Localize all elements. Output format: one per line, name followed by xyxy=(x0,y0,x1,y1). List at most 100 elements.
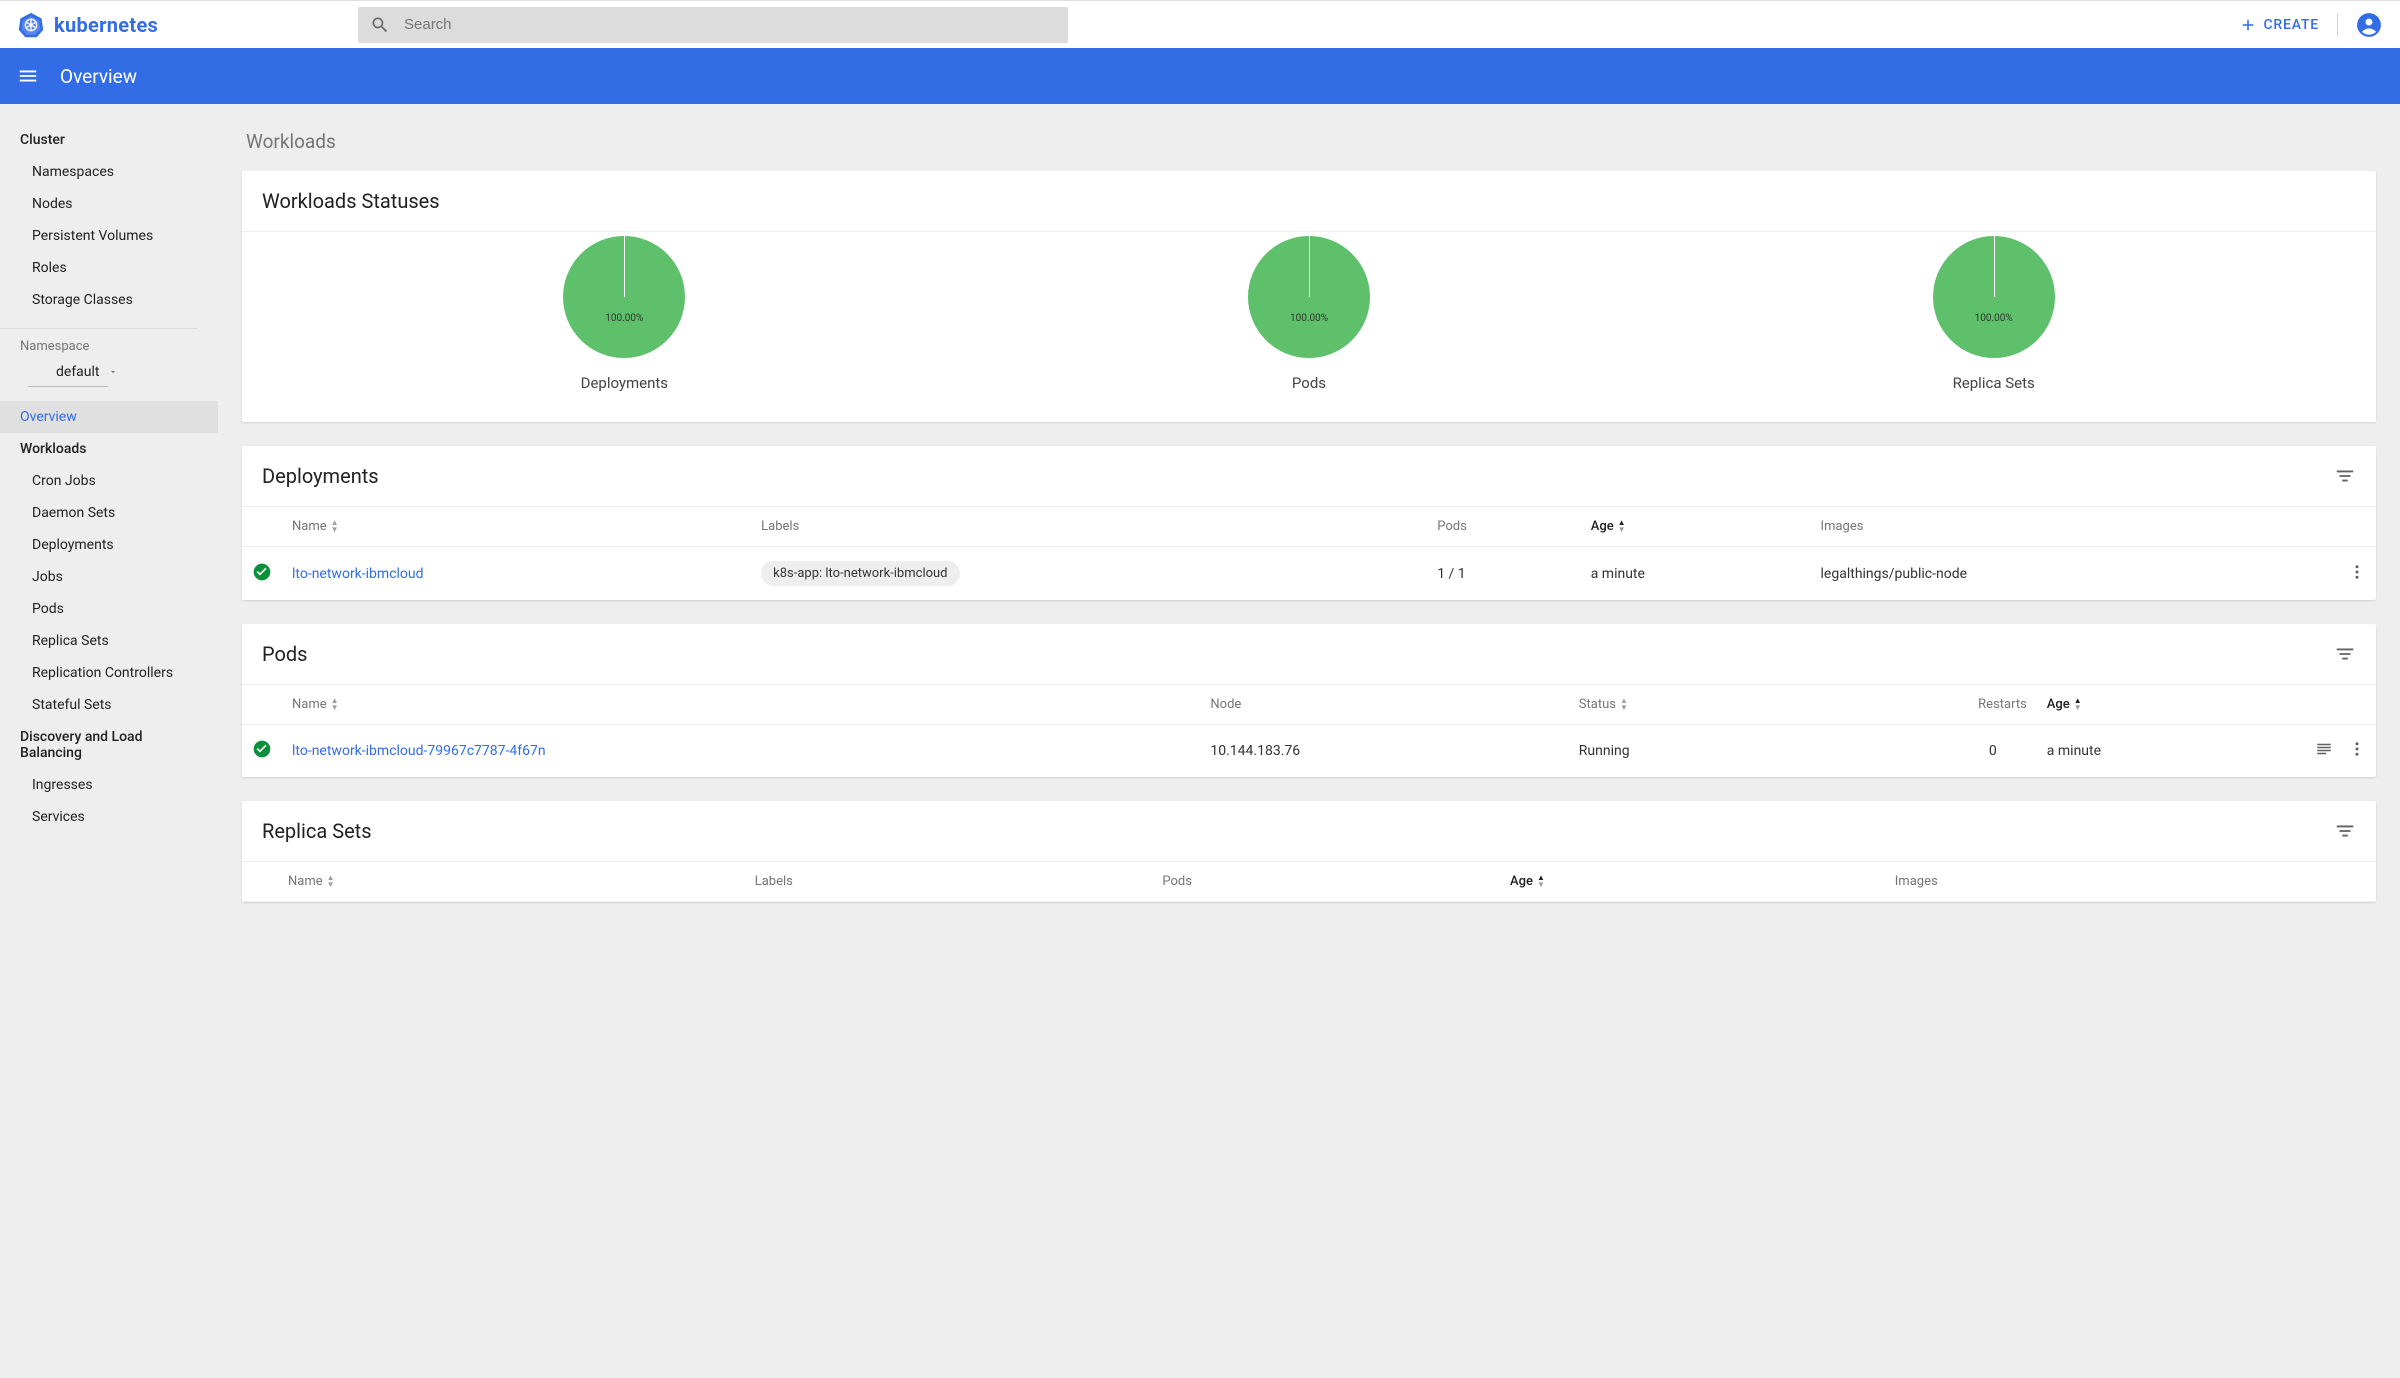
logs-icon[interactable] xyxy=(2315,740,2333,758)
topbar: kubernetes CREATE xyxy=(0,0,2400,48)
sidebar-item-namespaces[interactable]: Namespaces xyxy=(0,156,218,188)
chart-caption: Replica Sets xyxy=(1933,374,2055,392)
workloads-statuses-card: Workloads Statuses 100.00% Deployments 1… xyxy=(242,171,2376,422)
chart-deployments: 100.00% Deployments xyxy=(563,236,685,392)
cell-age: a minute xyxy=(1581,547,1811,601)
filter-icon[interactable] xyxy=(2334,465,2356,487)
replicasets-card: Replica Sets Name▲▼ Labels Pods Age▲▼ Im… xyxy=(242,801,2376,902)
brand-name: kubernetes xyxy=(54,13,158,37)
pods-card-title: Pods xyxy=(262,642,308,666)
col-labels[interactable]: Labels xyxy=(745,862,1153,902)
filter-icon[interactable] xyxy=(2334,643,2356,665)
col-labels[interactable]: Labels xyxy=(751,507,1427,547)
pie-chart-icon: 100.00% xyxy=(563,236,685,358)
col-name[interactable]: Name▲▼ xyxy=(282,685,1200,725)
col-age[interactable]: Age▲▼ xyxy=(1581,507,1811,547)
status-charts-row: 100.00% Deployments 100.00% Pods 100.00%… xyxy=(242,231,2376,422)
sidebar-workloads-heading: Workloads xyxy=(0,433,218,465)
pie-chart-icon: 100.00% xyxy=(1933,236,2055,358)
sort-icon: ▲▼ xyxy=(327,875,335,888)
chart-caption: Pods xyxy=(1248,374,1370,392)
chart-caption: Deployments xyxy=(563,374,685,392)
kubernetes-logo-icon xyxy=(18,12,44,38)
chart-replica-sets: 100.00% Replica Sets xyxy=(1933,236,2055,392)
col-pods[interactable]: Pods xyxy=(1427,507,1580,547)
col-pods[interactable]: Pods xyxy=(1152,862,1500,902)
sidebar-item-jobs[interactable]: Jobs xyxy=(0,561,218,593)
hamburger-menu-button[interactable] xyxy=(14,62,42,90)
replicasets-table: Name▲▼ Labels Pods Age▲▼ Images xyxy=(242,861,2376,902)
page-title: Workloads xyxy=(246,130,2376,153)
pie-chart-icon: 100.00% xyxy=(1248,236,1370,358)
sort-icon: ▲▼ xyxy=(1618,520,1626,533)
sidebar-item-stateful-sets[interactable]: Stateful Sets xyxy=(0,689,218,721)
col-images[interactable]: Images xyxy=(1811,507,2326,547)
col-age[interactable]: Age▲▼ xyxy=(1500,862,1885,902)
label-chip: k8s-app: lto-network-ibmcloud xyxy=(761,561,959,586)
col-node[interactable]: Node xyxy=(1200,685,1568,725)
table-row: lto-network-ibmcloud k8s-app: lto-networ… xyxy=(242,547,2376,601)
create-button[interactable]: CREATE xyxy=(2239,16,2319,34)
chart-percent: 100.00% xyxy=(1290,313,1328,324)
namespace-label: Namespace xyxy=(0,339,218,360)
col-images[interactable]: Images xyxy=(1885,862,2326,902)
chart-percent: 100.00% xyxy=(605,313,643,324)
col-age[interactable]: Age▲▼ xyxy=(2037,685,2286,725)
col-name[interactable]: Name▲▼ xyxy=(278,862,745,902)
search-input[interactable] xyxy=(390,16,1056,33)
sidebar-item-overview[interactable]: Overview xyxy=(0,401,218,433)
sidebar-item-deployments[interactable]: Deployments xyxy=(0,529,218,561)
plus-icon xyxy=(2239,16,2257,34)
sidebar-item-pods[interactable]: Pods xyxy=(0,593,218,625)
bluebar: Overview xyxy=(0,48,2400,104)
sidebar-item-storage-classes[interactable]: Storage Classes xyxy=(0,284,218,316)
more-vert-icon[interactable] xyxy=(2348,563,2366,581)
sidebar-item-cron-jobs[interactable]: Cron Jobs xyxy=(0,465,218,497)
sidebar-item-services[interactable]: Services xyxy=(0,801,218,833)
filter-icon[interactable] xyxy=(2334,820,2356,842)
cell-age: a minute xyxy=(2037,725,2286,778)
search-bar[interactable] xyxy=(358,7,1068,43)
sidebar: Cluster Namespaces Nodes Persistent Volu… xyxy=(0,104,218,946)
chevron-down-icon xyxy=(108,367,118,377)
cell-status: Running xyxy=(1569,725,1807,778)
sidebar-divider xyxy=(0,328,198,329)
sidebar-item-persistent-volumes[interactable]: Persistent Volumes xyxy=(0,220,218,252)
deployments-card: Deployments Name▲▼ Labels Pods Age▲▼ Ima… xyxy=(242,446,2376,600)
chart-pods: 100.00% Pods xyxy=(1248,236,1370,392)
sidebar-item-roles[interactable]: Roles xyxy=(0,252,218,284)
sidebar-item-ingresses[interactable]: Ingresses xyxy=(0,769,218,801)
logo-section: kubernetes xyxy=(18,12,358,38)
col-restarts[interactable]: Restarts xyxy=(1806,685,2036,725)
pods-card: Pods Name▲▼ Node Status▲▼ Restarts Age▲▼ xyxy=(242,624,2376,777)
cell-node: 10.144.183.76 xyxy=(1200,725,1568,778)
cell-images: legalthings/public-node xyxy=(1811,547,2326,601)
sort-icon: ▲▼ xyxy=(331,698,339,711)
col-name[interactable]: Name▲▼ xyxy=(282,507,751,547)
sort-icon: ▲▼ xyxy=(331,520,339,533)
divider xyxy=(2337,14,2338,36)
table-row: lto-network-ibmcloud-79967c7787-4f67n 10… xyxy=(242,725,2376,778)
pod-link[interactable]: lto-network-ibmcloud-79967c7787-4f67n xyxy=(292,743,546,759)
more-vert-icon[interactable] xyxy=(2348,740,2366,758)
create-label: CREATE xyxy=(2263,17,2319,33)
sort-icon: ▲▼ xyxy=(1537,875,1545,888)
sidebar-item-nodes[interactable]: Nodes xyxy=(0,188,218,220)
sidebar-item-daemon-sets[interactable]: Daemon Sets xyxy=(0,497,218,529)
account-icon[interactable] xyxy=(2356,12,2382,38)
main-content: Workloads Workloads Statuses 100.00% Dep… xyxy=(218,104,2400,946)
replicasets-card-title: Replica Sets xyxy=(262,819,372,843)
namespace-select[interactable]: default xyxy=(28,360,108,387)
topbar-right: CREATE xyxy=(2239,12,2382,38)
sort-icon: ▲▼ xyxy=(2074,698,2082,711)
deployment-link[interactable]: lto-network-ibmcloud xyxy=(292,566,424,582)
sidebar-item-replica-sets[interactable]: Replica Sets xyxy=(0,625,218,657)
chart-percent: 100.00% xyxy=(1975,313,2013,324)
col-status[interactable]: Status▲▼ xyxy=(1569,685,1807,725)
sidebar-item-replication-controllers[interactable]: Replication Controllers xyxy=(0,657,218,689)
page-section-title: Overview xyxy=(60,65,137,88)
cell-pods: 1 / 1 xyxy=(1427,547,1580,601)
pods-table: Name▲▼ Node Status▲▼ Restarts Age▲▼ lto-… xyxy=(242,684,2376,777)
status-ok-icon xyxy=(252,739,272,759)
namespace-value: default xyxy=(56,364,100,380)
